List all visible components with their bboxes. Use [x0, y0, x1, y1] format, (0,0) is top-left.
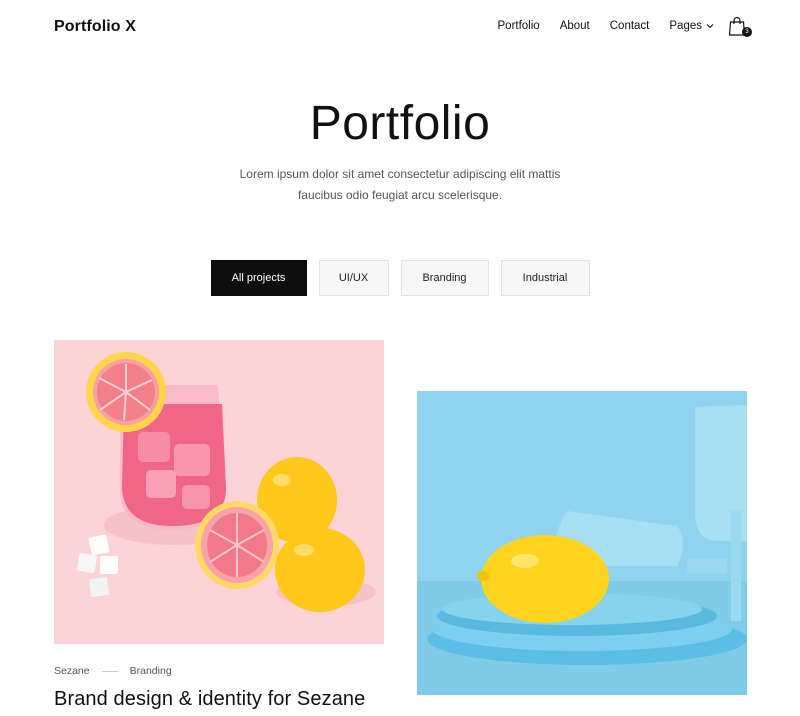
chevron-down-icon — [706, 24, 714, 29]
project-meta: Sezane Branding — [54, 665, 172, 677]
cart-button[interactable]: 3 — [728, 16, 752, 37]
main-nav: Portfolio About Contact Pages 3 — [478, 16, 752, 37]
project-title[interactable]: Brand design & identity for Sezane — [54, 688, 365, 711]
filter-ui-ux[interactable]: UI/UX — [318, 260, 389, 296]
nav-link-portfolio[interactable]: Portfolio — [498, 20, 540, 32]
page-description: Lorem ipsum dolor sit amet consectetur a… — [200, 164, 600, 206]
project-category[interactable]: Branding — [130, 665, 172, 677]
page-description-line-1: Lorem ipsum dolor sit amet consectetur a… — [239, 167, 561, 181]
lemon-plates-photo — [417, 391, 747, 695]
filter-branding[interactable]: Branding — [400, 260, 489, 296]
meta-divider — [101, 670, 118, 672]
project-client: Sezane — [54, 665, 90, 677]
nav-link-pages-label: Pages — [669, 20, 702, 32]
page-description-line-2: faucibus odio feugiat arcu scelerisque. — [297, 188, 503, 202]
project-image-sezane[interactable] — [54, 340, 384, 644]
project-filters: All projects UI/UX Branding Industrial — [0, 260, 800, 296]
project-image-blue-lemon[interactable] — [417, 391, 747, 695]
nav-link-about[interactable]: About — [560, 20, 590, 32]
nav-link-pages[interactable]: Pages — [669, 20, 714, 32]
page-title: Portfolio — [309, 97, 491, 150]
filter-industrial[interactable]: Industrial — [500, 260, 590, 296]
nav-link-contact[interactable]: Contact — [610, 20, 650, 32]
lemonade-photo — [54, 340, 384, 644]
cart-count-badge: 3 — [742, 27, 752, 37]
site-header: Portfolio X Portfolio About Contact Page… — [0, 0, 800, 56]
filter-all-projects[interactable]: All projects — [210, 260, 307, 296]
site-logo[interactable]: Portfolio X — [54, 18, 136, 36]
